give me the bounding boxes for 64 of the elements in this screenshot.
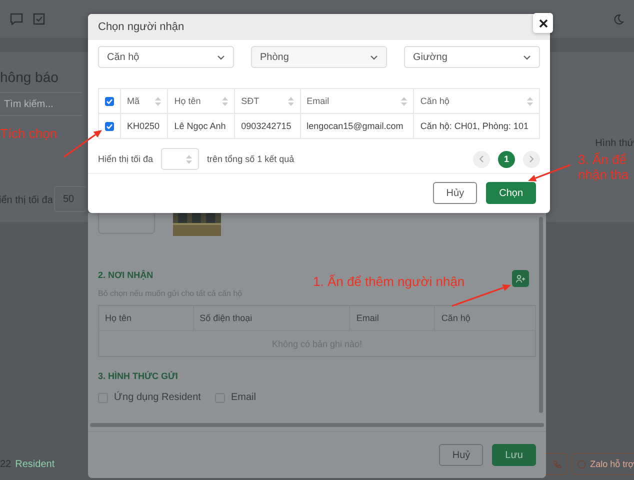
sort-icon (222, 96, 228, 106)
sort-icon (288, 96, 294, 106)
scrollbar[interactable] (90, 423, 544, 427)
table-cell: KH0250 (120, 114, 168, 138)
section-title: 3. HÌNH THỨC GỬI (98, 371, 178, 381)
annotation-text: Tích chọn (0, 126, 58, 141)
column-header[interactable]: Căn hộ (414, 88, 540, 114)
column-header[interactable]: Họ tên (168, 88, 235, 114)
sort-icon (401, 96, 408, 106)
support-button[interactable]: Zalo hỗ trợ (572, 453, 634, 475)
filter-select[interactable]: Giường (404, 46, 540, 68)
chevron-down-icon (523, 54, 531, 60)
sort-icon (527, 96, 533, 106)
column-header[interactable]: Mã (120, 88, 168, 114)
previous-page-button[interactable] (473, 150, 490, 168)
sort-icon (155, 96, 162, 106)
table-cell: 0903242715 (234, 114, 300, 138)
checkbox-label: Email (230, 392, 256, 403)
annotation-arrow (528, 164, 570, 182)
chevron-down-icon (370, 54, 378, 60)
table-cell: Lê Ngọc Anh (168, 114, 235, 138)
table-cell: lengocan15@gmail.com (300, 114, 414, 138)
checkbox-icon[interactable] (33, 13, 45, 25)
page-size-field[interactable] (161, 148, 200, 170)
column-header: Căn hộ (434, 306, 536, 330)
select-button[interactable]: Chọn (486, 182, 536, 204)
column-header: Email (350, 306, 435, 330)
annotation-text: nhận tha (578, 167, 629, 182)
filter-select[interactable]: Phòng (251, 46, 387, 68)
column-header: Số điện thoại (193, 306, 350, 330)
row-checkbox[interactable] (105, 122, 114, 130)
filter-select[interactable]: Căn hộ (98, 46, 234, 68)
sort-icon (186, 154, 192, 164)
scrollbar[interactable] (539, 217, 543, 413)
footer-link[interactable]: Resident (15, 458, 55, 470)
column-header[interactable]: Email (300, 88, 414, 114)
add-person-button[interactable] (512, 270, 529, 287)
chevron-left-icon (479, 155, 484, 163)
page-button[interactable]: 1 (498, 150, 515, 168)
annotation-text: 3. Ấn để (578, 152, 628, 167)
circle-icon (577, 460, 586, 468)
close-button[interactable] (533, 13, 553, 33)
chevron-right-icon (529, 155, 534, 163)
phone-icon (553, 460, 562, 468)
chevron-down-icon (217, 54, 225, 60)
checkbox-label: Ứng dụng Resident (114, 392, 201, 403)
dialog-title: Chọn người nhận (98, 21, 184, 33)
chat-icon[interactable] (10, 13, 23, 25)
column-header[interactable]: SĐT (234, 88, 300, 114)
add-person-icon (516, 274, 525, 282)
save-button[interactable]: Lưu (492, 444, 536, 466)
total-label: trên tổng số 1 kết quả (207, 154, 294, 164)
column-header: Họ tên (98, 306, 194, 330)
page-size-label: Hiển thị tối đa (98, 154, 154, 164)
moon-icon[interactable] (613, 14, 624, 24)
annotation-text: 1. Ấn để thêm người nhận (313, 274, 465, 289)
table-cell: Căn hộ: CH01, Phòng: 101 (414, 114, 540, 138)
next-page-button[interactable] (523, 150, 540, 168)
section-title: 2. NƠI NHẬN (98, 270, 154, 280)
cancel-button[interactable]: Hủy (433, 182, 478, 204)
close-icon (538, 18, 548, 28)
search-field[interactable]: Tìm kiếm... (0, 92, 82, 116)
cancel-button[interactable]: Huỷ (439, 444, 484, 466)
select-all-checkbox[interactable] (105, 96, 114, 106)
